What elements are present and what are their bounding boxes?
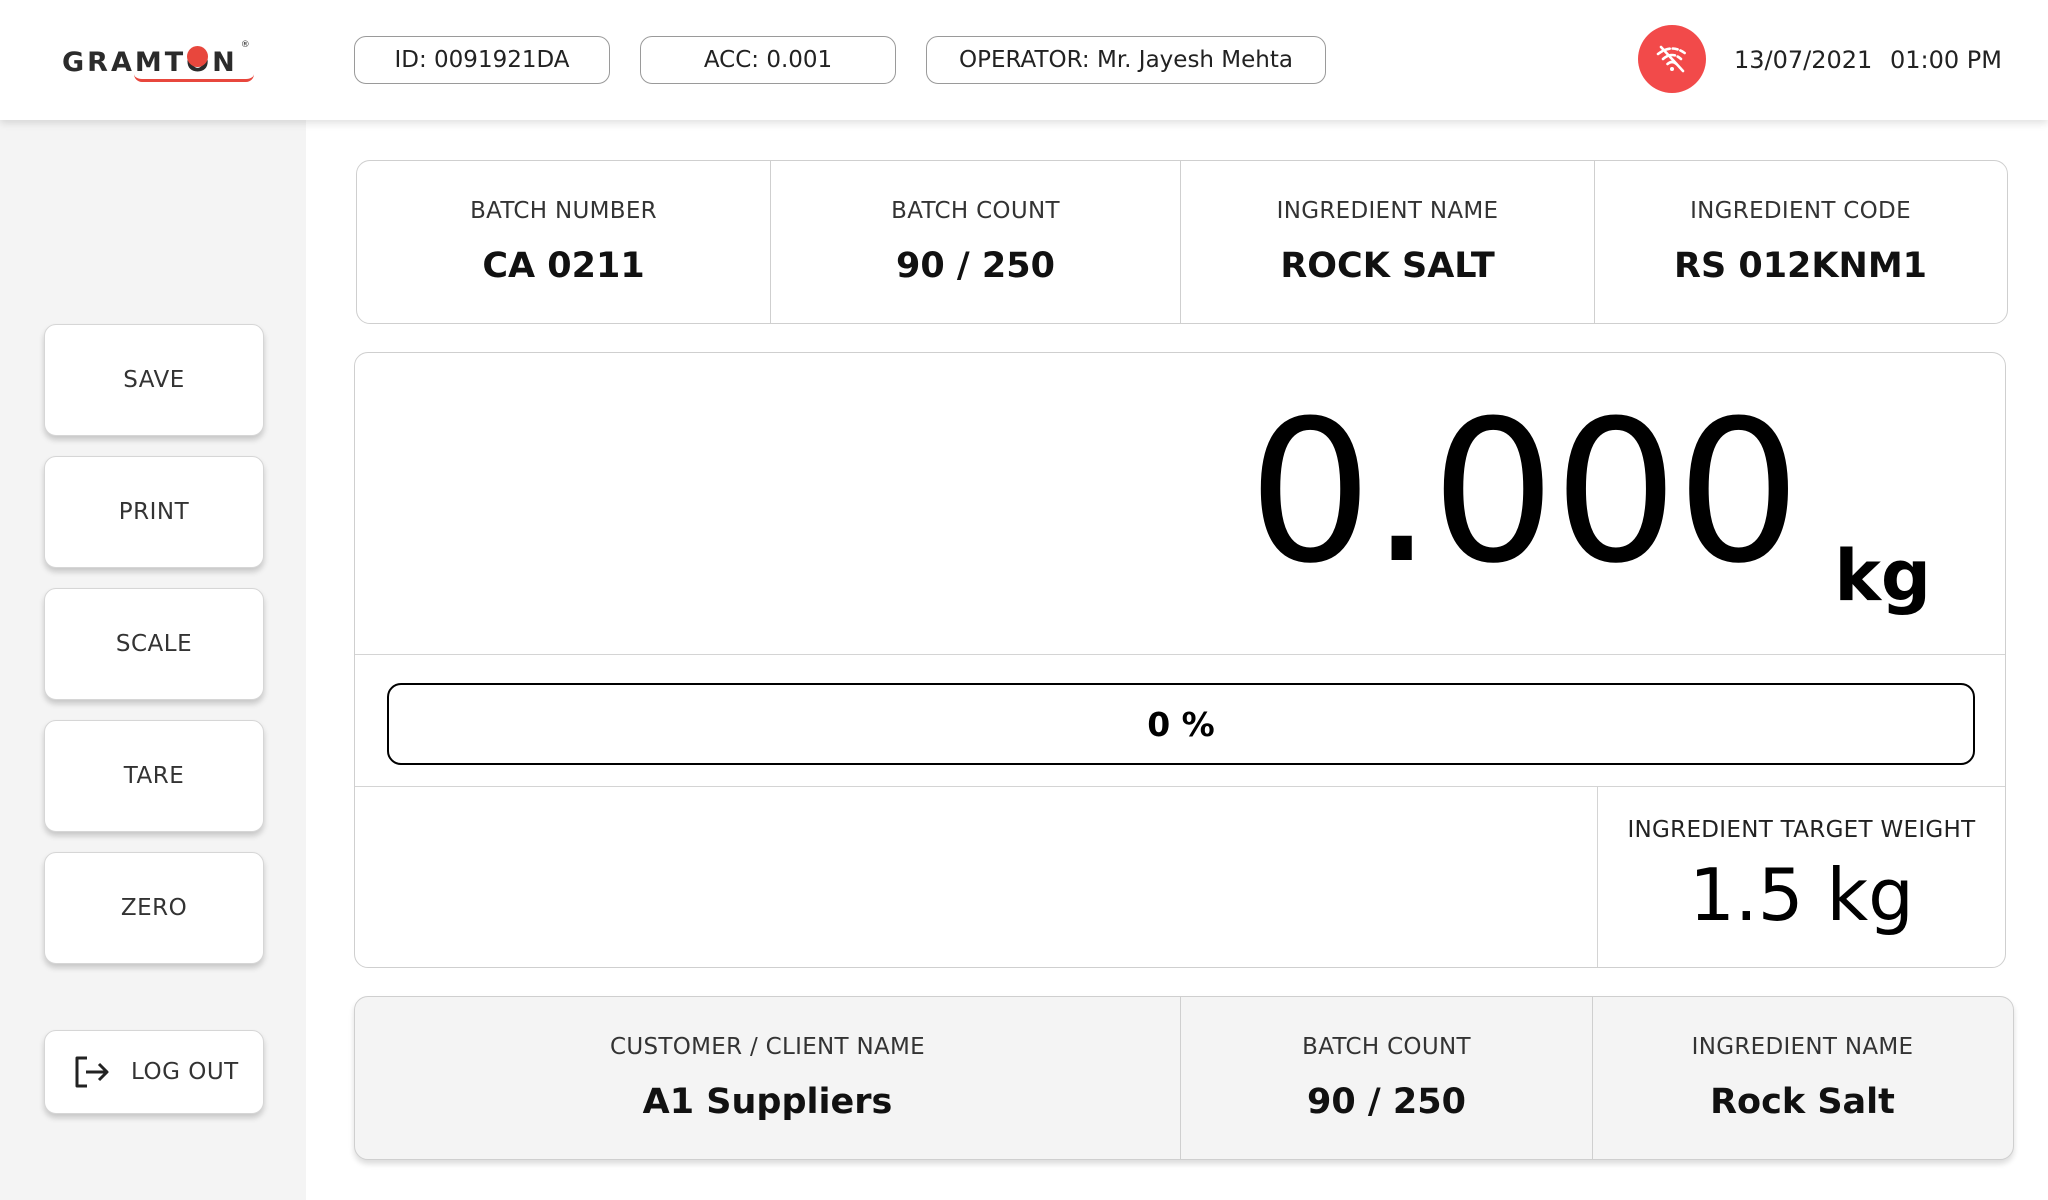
client-ingredient-value: Rock Salt <box>1710 1082 1895 1122</box>
logo-text: GRAMTON <box>62 46 238 78</box>
weight-value: 0.000 <box>1247 379 1801 607</box>
target-section: INGREDIENT TARGET WEIGHT 1.5 kg <box>355 787 2005 969</box>
weight-display: 0.000 kg <box>355 353 2005 655</box>
target-weight-value: 1.5 kg <box>1689 853 1914 937</box>
target-weight-cell: INGREDIENT TARGET WEIGHT 1.5 kg <box>1597 787 2005 967</box>
current-date: 13/07/2021 <box>1734 46 1873 74</box>
ingredient-name-value: ROCK SALT <box>1280 246 1495 286</box>
accuracy-pill: ACC: 0.001 <box>640 36 896 84</box>
target-weight-label: INGREDIENT TARGET WEIGHT <box>1627 817 1976 843</box>
logo-registered-mark: ® <box>240 40 250 50</box>
print-button[interactable]: PRINT <box>44 456 264 568</box>
weight-unit: kg <box>1834 535 1931 617</box>
top-bar: GRAMTON ® ID: 0091921DA ACC: 0.001 OPERA… <box>0 0 2048 120</box>
batch-count-label: BATCH COUNT <box>891 198 1060 224</box>
customer-label: CUSTOMER / CLIENT NAME <box>609 1034 926 1060</box>
client-info-card: CUSTOMER / CLIENT NAME A1 Suppliers BATC… <box>354 996 2014 1160</box>
logout-label: LOG OUT <box>131 1059 239 1085</box>
scale-button[interactable]: SCALE <box>44 588 264 700</box>
ingredient-code-value: RS 012KNM1 <box>1674 246 1927 286</box>
save-button[interactable]: SAVE <box>44 324 264 436</box>
operator-pill: OPERATOR: Mr. Jayesh Mehta <box>926 36 1326 84</box>
client-ingredient-cell: INGREDIENT NAME Rock Salt <box>1593 997 2012 1159</box>
logout-button[interactable]: LOG OUT <box>44 1030 264 1114</box>
progress-percent: 0 % <box>1147 704 1215 744</box>
client-batch-count-label: BATCH COUNT <box>1302 1034 1471 1060</box>
ingredient-name-cell: INGREDIENT NAME ROCK SALT <box>1181 161 1595 323</box>
batch-number-label: BATCH NUMBER <box>470 198 657 224</box>
logo-dot-icon <box>187 46 208 67</box>
batch-info-card: BATCH NUMBER CA 0211 BATCH COUNT 90 / 25… <box>356 160 2008 324</box>
customer-value: A1 Suppliers <box>642 1082 893 1122</box>
gramton-logo: GRAMTON ® <box>62 40 254 82</box>
batch-number-value: CA 0211 <box>482 246 645 286</box>
zero-button[interactable]: ZERO <box>44 852 264 964</box>
ingredient-name-label: INGREDIENT NAME <box>1276 198 1499 224</box>
client-batch-count-value: 90 / 250 <box>1307 1082 1466 1122</box>
wifi-off-icon <box>1656 45 1688 73</box>
batch-number-cell: BATCH NUMBER CA 0211 <box>357 161 771 323</box>
progress-section: 0 % <box>355 655 2005 787</box>
batch-count-value: 90 / 250 <box>896 246 1055 286</box>
weight-card: 0.000 kg 0 % INGREDIENT TARGET WEIGHT 1.… <box>354 352 2006 968</box>
client-batch-count-cell: BATCH COUNT 90 / 250 <box>1181 997 1593 1159</box>
customer-cell: CUSTOMER / CLIENT NAME A1 Suppliers <box>355 997 1181 1159</box>
ingredient-code-cell: INGREDIENT CODE RS 012KNM1 <box>1595 161 2006 323</box>
logout-icon <box>75 1056 109 1088</box>
logo-swoosh-icon <box>134 74 254 82</box>
batch-count-cell: BATCH COUNT 90 / 250 <box>771 161 1181 323</box>
wifi-status-button[interactable] <box>1638 25 1706 93</box>
ingredient-code-label: INGREDIENT CODE <box>1690 198 1911 224</box>
current-time: 01:00 PM <box>1890 46 2002 74</box>
progress-bar: 0 % <box>387 683 1975 765</box>
tare-button[interactable]: TARE <box>44 720 264 832</box>
device-id-pill: ID: 0091921DA <box>354 36 610 84</box>
client-ingredient-label: INGREDIENT NAME <box>1691 1034 1914 1060</box>
